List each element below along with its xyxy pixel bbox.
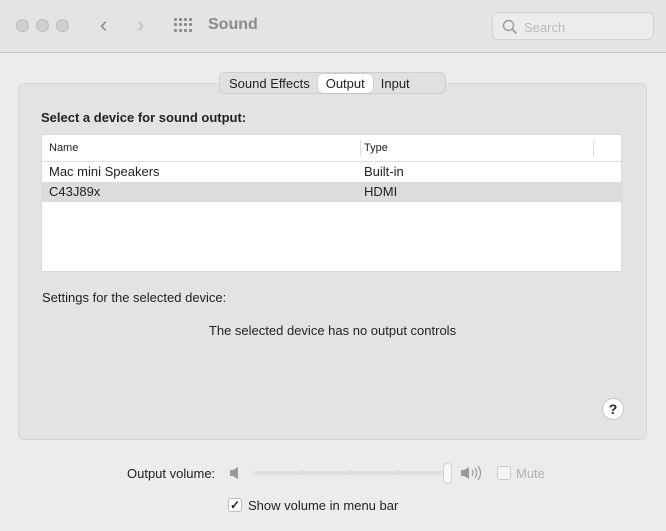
show-all-grid-icon[interactable] xyxy=(174,18,192,32)
column-divider xyxy=(593,140,594,157)
slider-tick xyxy=(398,469,399,475)
mute-label: Mute xyxy=(516,466,545,481)
minimize-button[interactable] xyxy=(36,19,49,32)
volume-high-icon xyxy=(461,465,482,481)
volume-low-icon xyxy=(230,467,238,479)
settings-label: Settings for the selected device: xyxy=(42,290,227,305)
slider-tick xyxy=(302,469,303,475)
device-name: C43J89x xyxy=(49,184,101,199)
show-volume-label: Show volume in menu bar xyxy=(248,498,399,513)
table-row-selected[interactable]: C43J89x HDMI xyxy=(42,182,621,202)
tab-sound-effects[interactable]: Sound Effects xyxy=(221,74,318,93)
close-button[interactable] xyxy=(16,19,29,32)
volume-slider[interactable] xyxy=(252,471,450,475)
table-row[interactable]: Mac mini Speakers Built-in xyxy=(42,162,621,182)
column-type[interactable]: Type xyxy=(364,135,388,162)
no-controls-message: The selected device has no output contro… xyxy=(208,323,457,338)
help-button[interactable]: ? xyxy=(602,398,624,420)
column-divider xyxy=(360,140,361,157)
device-type: HDMI xyxy=(364,184,398,199)
output-volume-label: Output volume: xyxy=(127,466,216,481)
device-heading: Select a device for sound output: xyxy=(41,110,247,125)
window-title: Sound xyxy=(208,16,258,33)
tab-output[interactable]: Output xyxy=(317,73,373,93)
slider-tick xyxy=(350,469,351,475)
device-type: Built-in xyxy=(364,164,404,179)
device-table[interactable]: Name Type Mac mini Speakers Built-in C43… xyxy=(41,134,622,272)
back-icon[interactable]: ‹ xyxy=(100,12,107,38)
forward-icon[interactable]: › xyxy=(137,12,144,38)
volume-slider-knob[interactable] xyxy=(443,463,452,484)
zoom-button[interactable] xyxy=(56,19,69,32)
search-input[interactable]: Search xyxy=(492,12,654,40)
table-header: Name Type xyxy=(42,135,621,162)
mute-checkbox[interactable] xyxy=(497,466,511,480)
tab-bar: Sound Effects Output Input xyxy=(219,72,446,94)
device-name: Mac mini Speakers xyxy=(49,164,160,179)
column-name[interactable]: Name xyxy=(49,135,78,162)
search-icon xyxy=(502,19,518,35)
search-placeholder: Search xyxy=(524,20,566,35)
tab-input[interactable]: Input xyxy=(373,74,418,93)
show-volume-checkbox[interactable]: ✓ xyxy=(228,498,242,512)
